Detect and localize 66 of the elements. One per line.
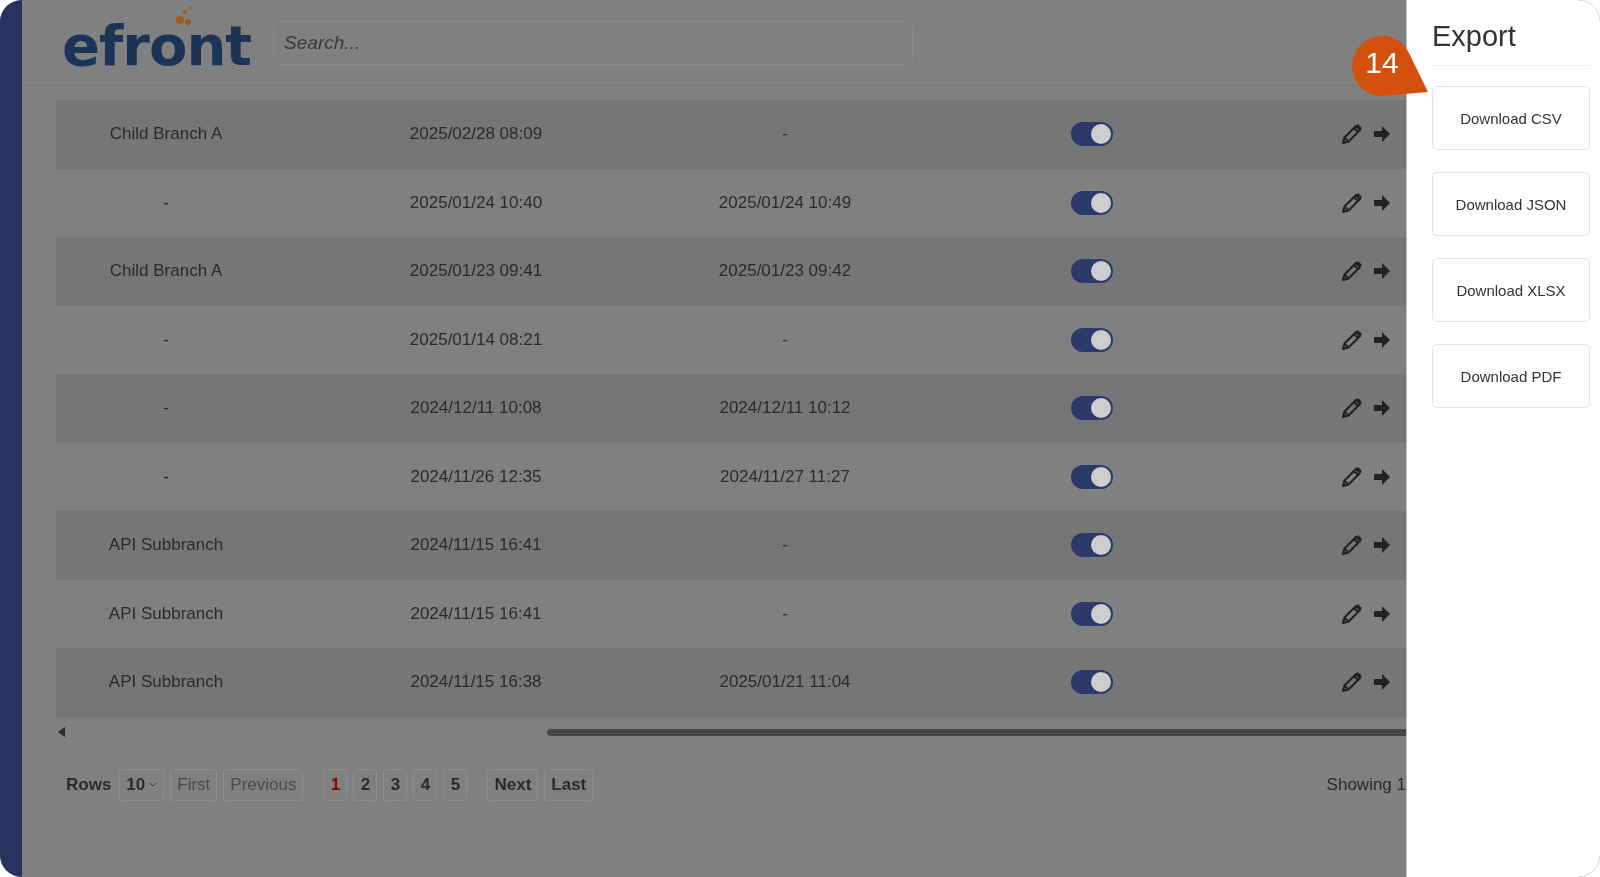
table-cell: -	[163, 329, 169, 350]
page-number-button[interactable]: 5	[443, 768, 468, 801]
toggle-switch[interactable]	[1071, 396, 1113, 421]
page-number-button[interactable]: 1	[323, 768, 348, 801]
download-button[interactable]: Download JSON	[1432, 172, 1590, 236]
table-cell: -	[782, 535, 788, 556]
table-cell: Child Branch A	[109, 124, 223, 145]
pencil-icon[interactable]	[1340, 190, 1364, 215]
table-cell: -	[163, 466, 169, 487]
caret-icon	[149, 781, 158, 788]
page-nav-button[interactable]: Next	[487, 768, 539, 801]
pencil-icon[interactable]	[1340, 396, 1364, 421]
table-cell: Child Branch A	[109, 261, 223, 282]
download-button[interactable]: Download PDF	[1432, 344, 1590, 408]
table-cell: 2024/11/27 11:27	[720, 466, 850, 487]
table-cell: 2025/01/23 09:42	[718, 261, 852, 282]
page-number-button[interactable]: 2	[353, 768, 378, 801]
logo: efront	[62, 11, 252, 74]
download-button[interactable]: Download CSV	[1432, 86, 1590, 150]
toggle-switch[interactable]	[1071, 327, 1113, 352]
table-cell: API Subbranch	[108, 535, 224, 556]
toggle-switch[interactable]	[1071, 122, 1113, 147]
pencil-icon[interactable]	[1340, 533, 1364, 558]
page-nav-button[interactable]: Last	[544, 768, 594, 801]
toggle-switch[interactable]	[1071, 601, 1113, 626]
pencil-icon[interactable]	[1340, 327, 1364, 352]
table-cell: API Subbranch	[108, 603, 224, 624]
table-cell: 2024/12/11 10:08	[410, 398, 542, 419]
table-cell: 2025/01/23 09:41	[409, 261, 543, 282]
toggle-switch[interactable]	[1071, 670, 1113, 695]
pencil-icon[interactable]	[1340, 122, 1364, 147]
horizontal-scrollbar[interactable]	[56, 724, 1406, 739]
step-number: 14	[1364, 46, 1400, 80]
panel-title: Export	[1432, 0, 1590, 66]
table-cell: 2025/01/21 11:04	[719, 672, 851, 693]
toggle-switch[interactable]	[1071, 533, 1113, 558]
bubbles-icon	[176, 6, 192, 25]
table-cell: -	[782, 124, 788, 145]
table-cell: 2025/01/24 10:49	[718, 192, 852, 213]
table-cell: -	[163, 192, 169, 213]
toggle-switch[interactable]	[1071, 190, 1113, 215]
table-cell: -	[782, 329, 788, 350]
table-cell: 2025/01/24 10:40	[409, 192, 543, 213]
results-summary: Showing 1	[1326, 774, 1406, 795]
toggle-switch[interactable]	[1071, 259, 1113, 284]
table-cell: -	[163, 398, 169, 419]
pencil-icon[interactable]	[1340, 670, 1364, 695]
search-field[interactable]: Search...	[273, 20, 914, 65]
table-cell: 2024/12/11 10:12	[719, 398, 851, 419]
rows-per-page-select[interactable]: 10	[119, 768, 165, 801]
pencil-icon[interactable]	[1340, 464, 1364, 489]
rows-label: Rows	[66, 774, 112, 795]
download-button[interactable]: Download XLSX	[1432, 258, 1590, 322]
table-cell: 2024/11/26 12:35	[410, 466, 542, 487]
pencil-icon[interactable]	[1340, 601, 1364, 626]
table-cell: 2024/11/15 16:41	[410, 535, 542, 556]
table-cell: 2024/11/15 16:41	[410, 603, 542, 624]
page-number-button[interactable]: 3	[383, 768, 408, 801]
page-number-button[interactable]: 4	[413, 768, 438, 801]
toggle-switch[interactable]	[1071, 464, 1113, 489]
table-cell: 2024/11/15 16:38	[410, 672, 542, 693]
table-cell: 2025/01/14 08:21	[409, 329, 543, 350]
pencil-icon[interactable]	[1340, 259, 1364, 284]
table-cell: 2025/02/28 08:09	[409, 124, 543, 145]
table-cell: API Subbranch	[108, 672, 224, 693]
table-cell: -	[782, 603, 788, 624]
